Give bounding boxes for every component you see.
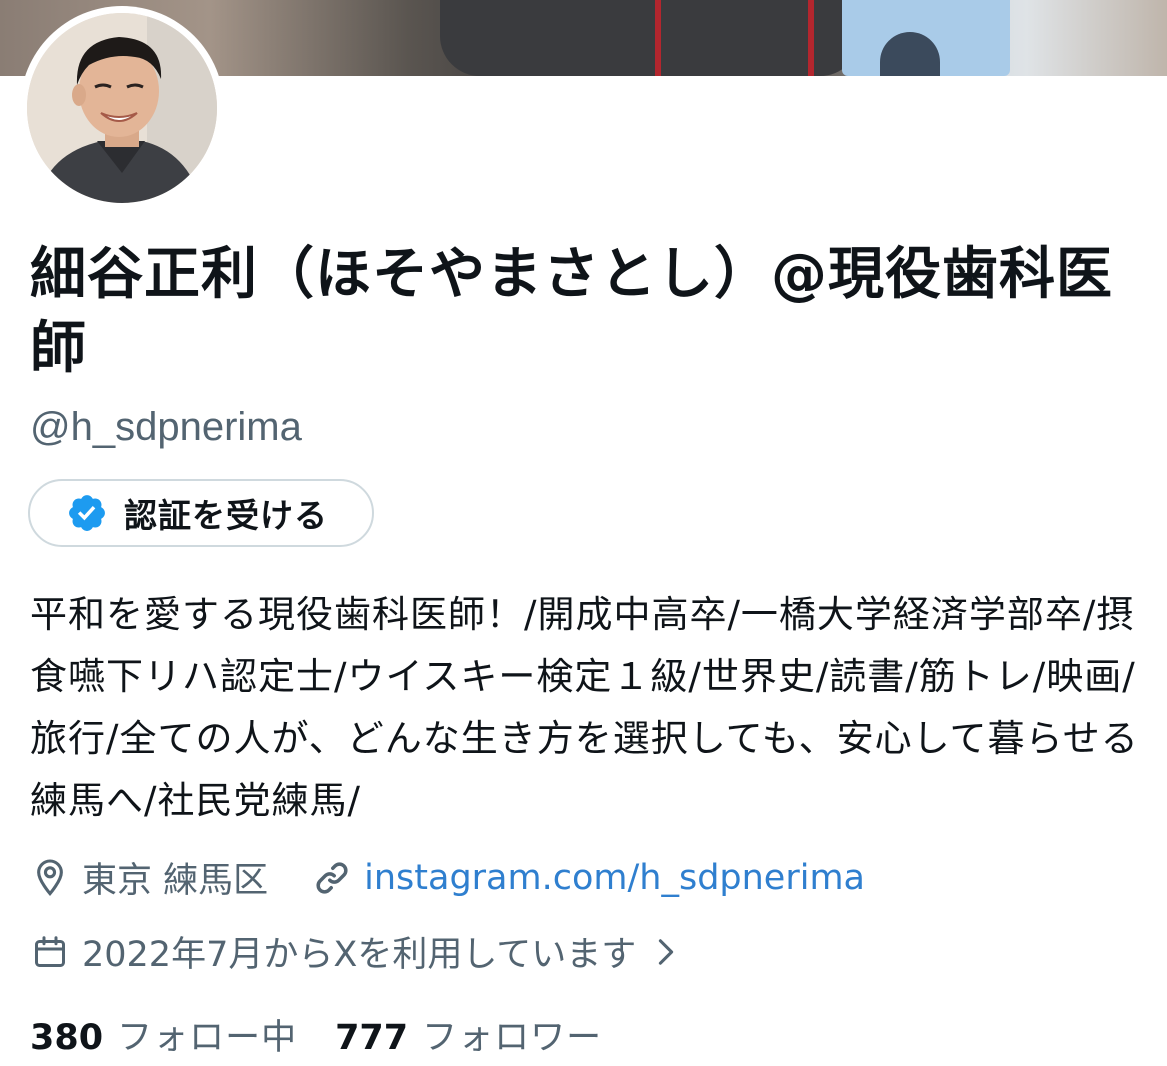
profile-page: 細谷正利（ほそやまさとし）@現役歯科医師 @h_sdpnerima 認証を受ける… <box>0 0 1167 1066</box>
followers-stat[interactable]: 777 フォロワー <box>335 1012 602 1064</box>
display-name: 細谷正利（ほそやまさとし）@現役歯科医師 <box>30 242 1113 381</box>
following-count: 380 <box>30 1018 104 1058</box>
chevron-right-icon[interactable] <box>654 932 678 972</box>
location-item: 東京 練馬区 <box>30 852 268 903</box>
banner-lanyard-right <box>808 0 814 76</box>
followers-label: フォロワー <box>422 1018 603 1058</box>
link-icon <box>312 858 352 898</box>
location-pin-icon <box>30 858 70 898</box>
website-item[interactable]: instagram.com/h_sdpnerima <box>312 858 865 898</box>
following-stat[interactable]: 380 フォロー中 <box>30 1012 297 1064</box>
profile-meta-row: 東京 練馬区 instagram.com/h_sdpnerima <box>30 852 865 903</box>
calendar-icon <box>30 932 70 972</box>
avatar[interactable] <box>20 6 224 210</box>
user-handle: @h_sdpnerima <box>30 405 302 449</box>
verified-badge-icon <box>66 492 108 534</box>
joined-text: 2022年7月からXを利用しています <box>82 935 637 975</box>
get-verified-button[interactable]: 認証を受ける <box>28 479 374 547</box>
avatar-photo <box>27 13 217 203</box>
follow-stats: 380 フォロー中 777 フォロワー <box>30 1012 602 1064</box>
location-text: 東京 練馬区 <box>82 861 269 901</box>
profile-bio: 平和を愛する現役歯科医師！/開成中高卒/一橋大学経済学部卒/摂食嚥下リハ認定士/… <box>30 593 1139 822</box>
following-label: フォロー中 <box>117 1018 298 1058</box>
banner-shirt <box>440 0 860 76</box>
get-verified-label: 認証を受ける <box>124 496 328 535</box>
website-link[interactable]: instagram.com/h_sdpnerima <box>364 858 865 898</box>
followers-count: 777 <box>335 1018 409 1058</box>
banner-lanyard-left <box>655 0 661 76</box>
joined-row[interactable]: 2022年7月からXを利用しています <box>30 926 678 977</box>
